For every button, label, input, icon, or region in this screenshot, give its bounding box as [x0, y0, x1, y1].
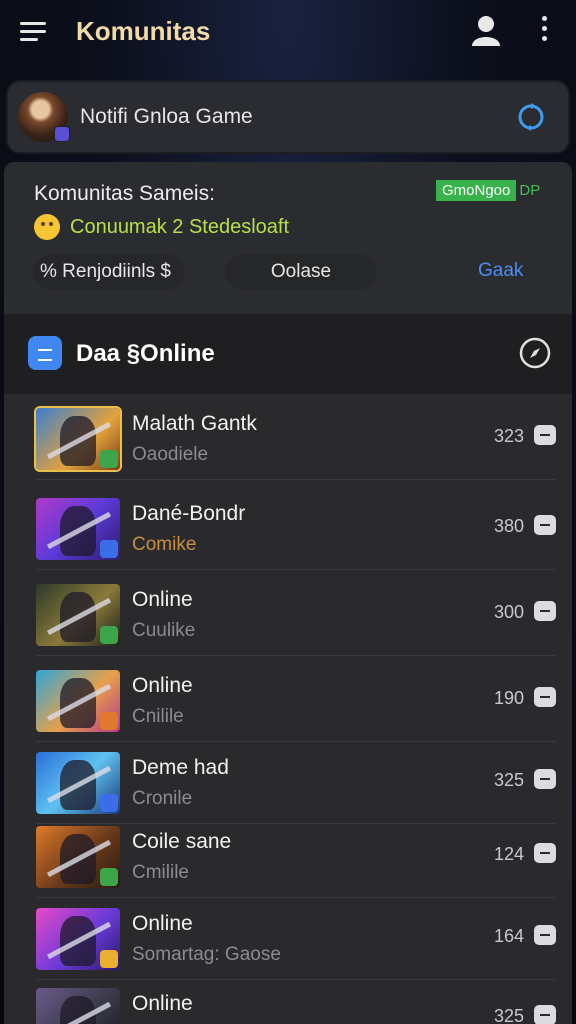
smiley-icon	[34, 214, 60, 240]
game-badge-icon	[100, 712, 118, 730]
list-item[interactable]: Online Cnilile 190	[36, 660, 556, 742]
chat-icon[interactable]	[534, 601, 556, 621]
avatar-badge	[54, 126, 70, 142]
game-badge-icon	[100, 794, 118, 812]
game-thumbnail	[36, 908, 120, 970]
game-thumbnail	[36, 584, 120, 646]
member-count: 323	[494, 426, 525, 446]
chat-icon[interactable]	[534, 515, 556, 535]
chat-icon[interactable]	[534, 425, 556, 445]
row-status: Cmilile	[132, 862, 189, 883]
row-name: Coile sane	[132, 830, 232, 853]
community-card: Komunitas Sameis: GmoNgoo DP Conuumak 2 S…	[4, 162, 572, 314]
chat-icon[interactable]	[534, 1005, 556, 1024]
row-status: Somartag: Gaose	[132, 944, 281, 965]
notification-text: Notifi Gnloa Game	[80, 105, 253, 128]
row-name: Malath Gantk	[132, 412, 257, 435]
status-badge-extra: DP	[519, 182, 541, 199]
game-badge-icon	[100, 950, 118, 968]
avatar	[18, 92, 70, 142]
compass-icon[interactable]	[518, 336, 552, 370]
kebab-menu-icon[interactable]	[532, 16, 556, 46]
member-count: 300	[494, 602, 525, 622]
list-icon	[28, 336, 62, 370]
top-app-bar: Komunitas	[0, 0, 576, 64]
sync-icon[interactable]	[514, 100, 548, 134]
row-status: Comike	[132, 534, 197, 555]
game-thumbnail	[36, 752, 120, 814]
row-name: Online	[132, 588, 193, 611]
status-badge-label: GmoNgoo	[436, 180, 517, 201]
requirements-button[interactable]: % Renjodiinls $	[34, 254, 185, 290]
member-count: 380	[494, 516, 525, 536]
member-count: 325	[494, 1006, 525, 1024]
chat-icon[interactable]	[534, 769, 556, 789]
row-status: Cnilile	[132, 706, 184, 727]
user-icon[interactable]	[470, 14, 502, 48]
row-name: Online	[132, 992, 193, 1015]
list-item[interactable]: Online Cuulike 300	[36, 574, 556, 656]
member-count: 325	[494, 770, 525, 790]
row-name: Online	[132, 674, 193, 697]
chat-icon[interactable]	[534, 925, 556, 945]
community-subtitle: Conuumak 2 Stedesloaft	[34, 214, 289, 240]
row-status: Cronile	[132, 788, 193, 809]
page-title: Komunitas	[76, 16, 211, 46]
check-link[interactable]: Gaak	[478, 260, 523, 282]
list-item[interactable]: Online Somartag: Gaose 164	[36, 898, 556, 980]
list-item[interactable]: Online 325	[36, 978, 556, 1024]
row-name: Dané-Bondr	[132, 502, 246, 525]
status-badge: GmoNgoo DP	[436, 180, 540, 201]
game-badge-icon	[100, 540, 118, 558]
game-thumbnail	[36, 498, 120, 560]
chat-icon[interactable]	[534, 843, 556, 863]
release-button[interactable]: Oolase	[226, 254, 376, 290]
community-title: Komunitas Sameis:	[34, 182, 215, 205]
game-thumbnail	[36, 408, 120, 470]
list-item[interactable]: Coile sane Cmilile 124	[36, 816, 556, 898]
game-thumbnail	[36, 670, 120, 732]
community-subtitle-text: Conuumak 2 Stedesloaft	[70, 215, 290, 238]
online-panel-header: Daa §Online	[4, 314, 572, 394]
chat-icon[interactable]	[534, 687, 556, 707]
online-panel: Daa §Online Malath Gantk Oaodiele 323 Da…	[4, 314, 572, 1024]
row-status: Oaodiele	[132, 444, 209, 465]
row-name: Deme had	[132, 756, 229, 779]
game-badge-icon	[100, 450, 118, 468]
list-item[interactable]: Deme had Cronile 325	[36, 742, 556, 824]
row-status: Cuulike	[132, 620, 196, 641]
member-count: 124	[494, 844, 525, 864]
member-count: 164	[494, 926, 525, 946]
row-name: Online	[132, 912, 193, 935]
online-panel-title: Daa §Online	[76, 340, 215, 367]
community-actions: % Renjodiinls $ Oolase Gaak	[4, 254, 572, 294]
game-badge-icon	[100, 868, 118, 886]
list-item[interactable]: Dané-Bondr Comike 380	[36, 488, 556, 570]
game-badge-icon	[100, 626, 118, 644]
notification-bar[interactable]: Notifi Gnloa Game	[8, 82, 568, 152]
list-item[interactable]: Malath Gantk Oaodiele 323	[36, 398, 556, 480]
game-thumbnail	[36, 826, 120, 888]
hamburger-menu-icon[interactable]	[20, 22, 46, 42]
member-count: 190	[494, 688, 525, 708]
game-thumbnail	[36, 988, 120, 1024]
